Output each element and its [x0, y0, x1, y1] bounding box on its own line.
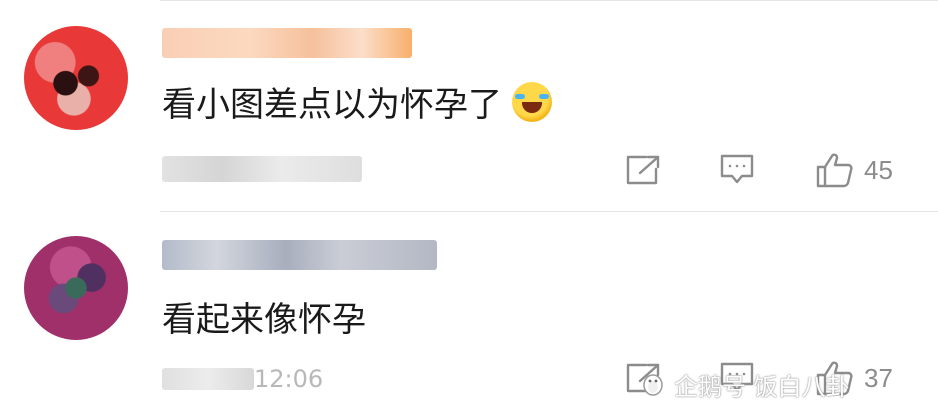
thumbs-up-icon	[816, 153, 853, 188]
comment-icon	[720, 154, 754, 184]
like-count: 45	[864, 154, 893, 185]
reply-button[interactable]	[720, 150, 754, 190]
username-blurred[interactable]	[162, 240, 437, 270]
timestamp-date-blurred	[162, 368, 254, 390]
comment-text: 看起来像怀孕	[162, 300, 366, 340]
penguin-logo-icon	[643, 374, 663, 396]
timestamp-time: 12:06	[254, 365, 324, 393]
comment-text-content: 看小图差点以为怀孕了	[162, 85, 502, 125]
like-count: 37	[864, 362, 893, 393]
share-icon	[626, 155, 660, 185]
watermark: 企鹅号 饭白八卦	[640, 364, 850, 404]
timestamp: 12:06	[162, 366, 342, 392]
avatar[interactable]	[24, 236, 128, 340]
share-button[interactable]	[626, 150, 660, 190]
tears-of-joy-emoji	[512, 82, 552, 122]
timestamp-blurred	[162, 156, 362, 182]
watermark-text: 企鹅号 饭白八卦	[674, 372, 850, 401]
comment-text: 看小图差点以为怀孕了	[162, 82, 552, 127]
avatar[interactable]	[24, 26, 128, 130]
comment-item: 看小图差点以为怀孕了 45	[0, 0, 938, 212]
action-bar: 45	[620, 150, 938, 190]
like-button[interactable]: 45	[816, 150, 893, 190]
username-blurred[interactable]	[162, 28, 412, 58]
